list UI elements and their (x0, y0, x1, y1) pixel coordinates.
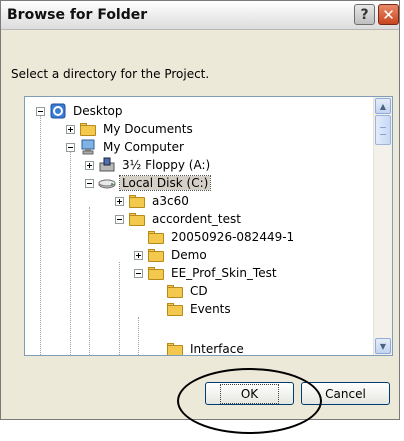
tree-item-label: Local Disk (C:) (118, 175, 212, 191)
folder-icon (166, 283, 184, 299)
disk-icon (98, 175, 116, 191)
tree-item-local-disk[interactable]: Local Disk (C:) (85, 174, 212, 192)
tree-item-label: CD (190, 284, 208, 298)
collapse-icon[interactable] (36, 106, 45, 116)
expand-icon[interactable] (85, 160, 94, 170)
folder-icon (79, 121, 97, 137)
expand-icon[interactable] (115, 196, 124, 206)
scroll-down-button[interactable]: ▼ (375, 338, 391, 354)
folder-icon (147, 265, 165, 281)
collapse-icon[interactable] (66, 142, 75, 152)
collapse-icon[interactable] (134, 268, 143, 278)
scrollbar-thumb[interactable] (375, 115, 391, 145)
collapse-icon[interactable] (85, 178, 94, 188)
tree-item-label: My Documents (103, 122, 193, 136)
folder-tree-view: Desktop My Documents My Computer 3½ Flop… (25, 97, 375, 355)
floppy-icon (98, 157, 116, 173)
tree-item-label: a3c60 (152, 194, 189, 208)
tree-item-my-documents[interactable]: My Documents (66, 120, 195, 138)
tree-item-demo[interactable]: Demo (134, 246, 209, 264)
expand-icon[interactable] (66, 124, 75, 134)
folder-icon (128, 193, 146, 209)
help-button[interactable]: ? (354, 4, 375, 25)
tree-item-floppy[interactable]: 3½ Floppy (A:) (85, 156, 212, 174)
close-button[interactable]: ✕ (378, 4, 399, 25)
highlight-circle-annotation (177, 368, 322, 434)
tree-item-label: Events (190, 302, 231, 316)
folder-icon (128, 211, 146, 227)
tree-item-cd[interactable]: CD (166, 282, 210, 300)
computer-icon (79, 139, 97, 155)
tree-item-label: 20050926-082449-1 (171, 230, 295, 244)
window-title: Browse for Folder (7, 7, 148, 23)
tree-item-events[interactable]: Events (166, 300, 233, 318)
chevron-up-icon: ▲ (379, 101, 387, 111)
title-bar[interactable]: Browse for Folder ? ✕ (1, 1, 399, 30)
tree-item-label: EE_Prof_Skin_Test (171, 266, 277, 280)
collapse-icon[interactable] (115, 214, 124, 224)
scroll-up-button[interactable]: ▲ (375, 98, 391, 114)
tree-item-label: 3½ Floppy (A:) (122, 158, 211, 172)
folder-tree[interactable]: Desktop My Documents My Computer 3½ Flop… (24, 96, 393, 356)
tree-item-label: My Computer (103, 140, 184, 154)
tree-item-label: accordent_test (152, 212, 241, 226)
folder-icon (147, 229, 165, 245)
desktop-icon (49, 103, 67, 119)
tree-item-label: Desktop (73, 104, 123, 118)
tree-item-ee-prof-skin-test[interactable]: EE_Prof_Skin_Test (134, 264, 279, 282)
tree-item-my-computer[interactable]: My Computer (66, 138, 186, 156)
cancel-button-label: Cancel (325, 386, 366, 401)
help-icon: ? (360, 6, 369, 23)
close-icon: ✕ (382, 5, 395, 24)
vertical-scrollbar[interactable]: ▲ ▼ (373, 97, 392, 355)
tree-item-desktop[interactable]: Desktop (36, 102, 125, 120)
expand-icon[interactable] (134, 250, 143, 260)
tree-item-a3c60[interactable]: a3c60 (115, 192, 191, 210)
chevron-down-icon: ▼ (379, 341, 387, 351)
tree-item-20050926[interactable]: 20050926-082449-1 (147, 228, 296, 246)
instructions-text: Select a directory for the Project. (11, 67, 210, 81)
folder-icon (166, 301, 184, 317)
folder-icon (147, 247, 165, 263)
tree-item-interface[interactable]: Interface (166, 340, 246, 356)
tree-item-accordent-test[interactable]: accordent_test (115, 210, 243, 228)
folder-icon (166, 341, 184, 355)
tree-item-label: Demo (171, 248, 207, 262)
tree-item-label: Interface (190, 342, 244, 356)
browse-for-folder-dialog: Browse for Folder ? ✕ Select a directory… (0, 0, 400, 420)
